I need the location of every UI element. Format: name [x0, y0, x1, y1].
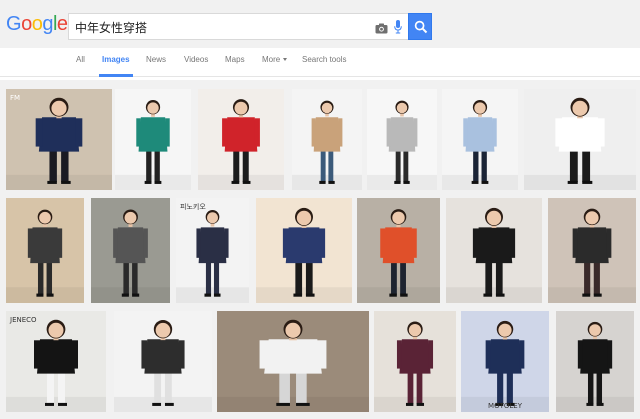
image-result-thumbnail[interactable]: [442, 89, 518, 190]
image-result-thumbnail[interactable]: [256, 198, 352, 303]
top-bar: Google 中年女性穿搭: [0, 0, 640, 48]
image-result-thumbnail[interactable]: 피노키오: [176, 198, 249, 303]
fashion-photo: FM: [6, 89, 112, 190]
fashion-photo: JENECO: [6, 311, 106, 412]
fashion-photo: [292, 89, 362, 190]
fashion-photo: [198, 89, 284, 190]
image-result-thumbnail[interactable]: [524, 89, 636, 190]
chevron-down-icon: [283, 58, 288, 62]
image-result-thumbnail[interactable]: [6, 198, 84, 303]
magnifier-icon: [414, 20, 428, 34]
tab-more-label: More: [262, 55, 281, 64]
microphone-icon[interactable]: [394, 20, 402, 34]
image-result-thumbnail[interactable]: [446, 198, 542, 303]
fashion-photo: [556, 311, 634, 412]
fashion-photo: [6, 198, 84, 303]
image-result-thumbnail[interactable]: [374, 311, 456, 412]
image-result-thumbnail[interactable]: [357, 198, 440, 303]
search-tabs: All Images News Videos Maps More Search …: [0, 48, 640, 77]
fashion-photo: [367, 89, 437, 190]
fashion-photo: [114, 311, 212, 412]
image-result-thumbnail[interactable]: [217, 311, 369, 412]
search-button[interactable]: [408, 13, 432, 40]
fashion-photo: [374, 311, 456, 412]
fashion-photo: [91, 198, 170, 303]
image-result-thumbnail[interactable]: MOTOLEY: [461, 311, 549, 412]
active-tab-indicator: [99, 74, 133, 77]
image-result-thumbnail[interactable]: FM: [6, 89, 112, 190]
tab-search-tools[interactable]: Search tools: [302, 55, 346, 64]
image-result-thumbnail[interactable]: [548, 198, 636, 303]
tab-videos[interactable]: Videos: [184, 55, 208, 64]
fashion-photo: [446, 198, 542, 303]
fashion-photo: MOTOLEY: [461, 311, 549, 412]
tab-news[interactable]: News: [146, 55, 166, 64]
image-result-thumbnail[interactable]: [91, 198, 170, 303]
search-input[interactable]: 中年女性穿搭: [75, 19, 147, 36]
fashion-photo: 피노키오: [176, 198, 249, 303]
image-results-grid: FM 피노키오 JENECO MOTOLEY: [0, 80, 640, 419]
fashion-photo: [548, 198, 636, 303]
fashion-photo: [115, 89, 191, 190]
image-result-thumbnail[interactable]: JENECO: [6, 311, 106, 412]
tab-more[interactable]: More: [262, 55, 288, 64]
image-result-thumbnail[interactable]: [198, 89, 284, 190]
tab-images[interactable]: Images: [102, 55, 130, 64]
search-box[interactable]: 中年女性穿搭: [68, 13, 408, 40]
image-result-thumbnail[interactable]: [292, 89, 362, 190]
image-result-thumbnail[interactable]: [367, 89, 437, 190]
tab-all[interactable]: All: [76, 55, 85, 64]
watermark-text: JENECO: [9, 316, 37, 324]
fashion-photo: [357, 198, 440, 303]
fashion-photo: [524, 89, 636, 190]
watermark-text: FM: [10, 94, 20, 102]
watermark-text: 피노키오: [180, 202, 206, 211]
google-logo[interactable]: Google: [6, 13, 68, 36]
camera-icon[interactable]: [375, 21, 388, 34]
fashion-photo: [256, 198, 352, 303]
watermark-text: MOTOLEY: [488, 402, 523, 410]
image-result-thumbnail[interactable]: [115, 89, 191, 190]
image-result-thumbnail[interactable]: [114, 311, 212, 412]
fashion-photo: [442, 89, 518, 190]
fashion-photo: [217, 311, 369, 412]
tab-maps[interactable]: Maps: [225, 55, 245, 64]
image-result-thumbnail[interactable]: [556, 311, 634, 412]
